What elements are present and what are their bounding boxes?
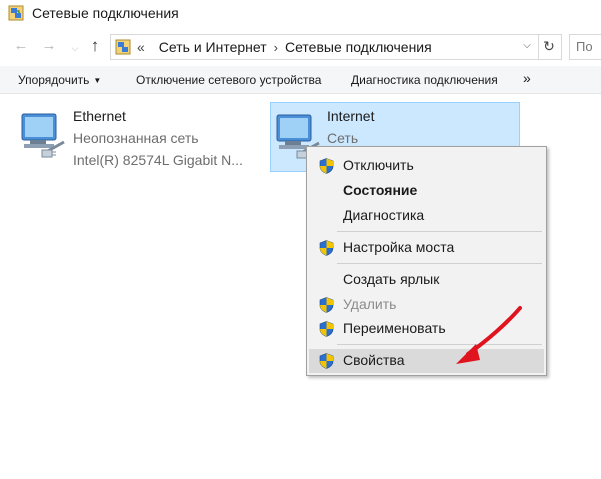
address-bar[interactable]: « Сеть и Интернет › Сетевые подключения … <box>110 34 562 60</box>
connection-item-ethernet[interactable]: Ethernet Неопознанная сеть Intel(R) 8257… <box>16 102 276 172</box>
menu-item-label: Диагностика <box>343 207 425 223</box>
title-bar: Сетевые подключения <box>0 0 601 26</box>
breadcrumb-separator: › <box>273 39 278 55</box>
refresh-icon[interactable]: ↻ <box>541 38 557 56</box>
network-connections-window: Сетевые подключения ← → ⌵ ↑ « Сеть и Инт… <box>0 0 601 479</box>
menu-separator <box>337 263 542 264</box>
address-divider <box>538 35 539 59</box>
menu-separator <box>337 231 542 232</box>
menu-item-label: Настройка моста <box>343 239 455 255</box>
uac-shield-icon <box>319 321 334 337</box>
network-folder-icon <box>8 5 24 21</box>
menu-item-label: Переименовать <box>343 320 446 336</box>
breadcrumb-network-connections[interactable]: Сетевые подключения <box>285 39 432 55</box>
diagnose-connection-button[interactable]: Диагностика подключения <box>351 73 498 87</box>
menu-item-label: Создать ярлык <box>343 271 440 287</box>
breadcrumb-overflow[interactable]: « <box>137 39 145 55</box>
menu-item-bridge[interactable]: Настройка моста <box>309 237 544 259</box>
uac-shield-icon <box>319 240 334 256</box>
menu-item-create-shortcut[interactable]: Создать ярлык <box>309 269 544 291</box>
connection-status: Сеть <box>327 130 359 146</box>
connection-adapter: Intel(R) 82574L Gigabit N... <box>73 152 243 168</box>
breadcrumb-network-internet[interactable]: Сеть и Интернет <box>159 39 267 55</box>
more-commands-button[interactable]: » <box>523 70 531 86</box>
organize-button[interactable]: Упорядочить ▼ <box>18 73 101 87</box>
menu-item-diagnostics[interactable]: Диагностика <box>309 205 544 227</box>
menu-item-label: Состояние <box>343 182 418 198</box>
up-arrow-icon[interactable]: ↑ <box>86 36 104 56</box>
recent-dropdown-icon[interactable]: ⌵ <box>66 38 84 58</box>
back-arrow-icon[interactable]: ← <box>12 36 30 56</box>
red-arrow-annotation <box>456 306 522 364</box>
command-bar: Упорядочить ▼ Отключение сетевого устройс… <box>0 66 601 94</box>
menu-item-label: Удалить <box>343 296 397 312</box>
connection-status: Неопознанная сеть <box>73 130 199 146</box>
menu-item-disable[interactable]: Отключить <box>309 155 544 177</box>
window-title: Сетевые подключения <box>32 5 179 21</box>
network-folder-icon <box>115 39 131 55</box>
search-input[interactable]: По <box>569 34 601 60</box>
connection-name: Internet <box>327 108 375 124</box>
organize-label: Упорядочить <box>18 73 90 87</box>
navigation-bar: ← → ⌵ ↑ « Сеть и Интернет › Сетевые подк… <box>0 32 601 60</box>
chevron-down-icon: ▼ <box>93 76 102 85</box>
uac-shield-icon <box>319 353 334 369</box>
uac-shield-icon <box>319 297 334 313</box>
forward-arrow-icon[interactable]: → <box>40 36 58 56</box>
uac-shield-icon <box>319 158 334 174</box>
network-adapter-icon <box>21 113 65 158</box>
menu-item-status[interactable]: Состояние <box>309 180 544 202</box>
menu-item-label: Отключить <box>343 157 414 173</box>
disable-device-button[interactable]: Отключение сетевого устройства <box>136 73 321 87</box>
address-dropdown-icon[interactable]: ⌵ <box>521 40 533 54</box>
menu-item-label: Свойства <box>343 352 405 368</box>
connection-name: Ethernet <box>73 108 126 124</box>
